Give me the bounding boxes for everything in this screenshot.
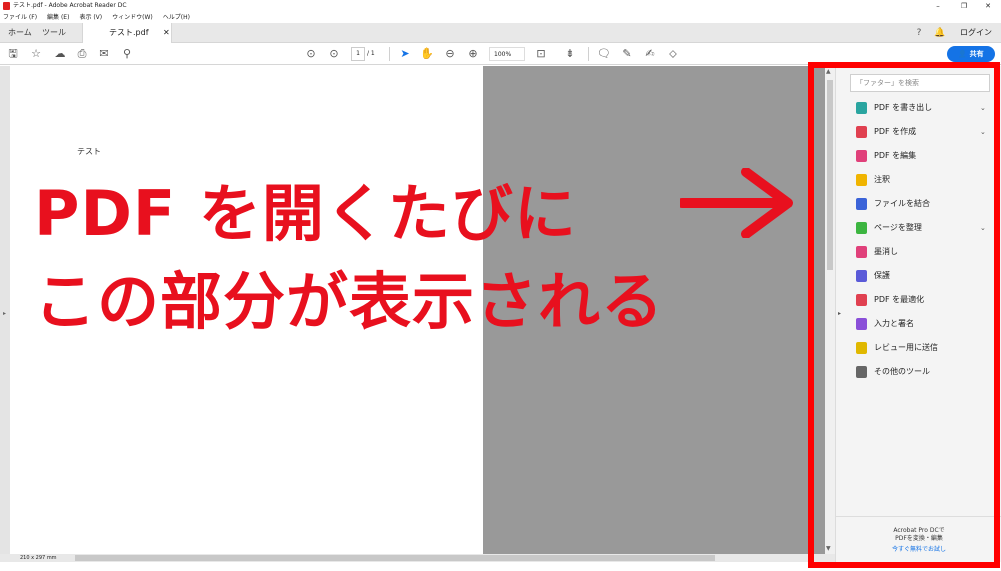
minimize-button[interactable]: –	[925, 0, 951, 12]
acrobat-app-icon	[3, 2, 10, 10]
menu-view[interactable]: 表示 (V)	[79, 12, 102, 23]
previous-page-icon[interactable]: ⊙	[303, 46, 319, 62]
page-content-text: テスト	[77, 147, 101, 156]
comment-icon[interactable]: 🗨	[596, 46, 612, 62]
tab-document[interactable]: テスト.pdf ✕	[82, 23, 172, 43]
toolbar-divider	[588, 47, 589, 61]
select-cursor-icon[interactable]: ➤	[397, 46, 413, 62]
print-icon[interactable]: ⎙	[74, 46, 90, 62]
menu-file[interactable]: ファイル (F)	[3, 12, 37, 23]
share-button[interactable]: 👤 共有	[947, 46, 995, 62]
annotation-line-1: PDF を開くたびに	[34, 177, 577, 250]
share-label: 共有	[969, 50, 984, 58]
page-number-input[interactable]: 1	[351, 47, 365, 61]
annotation-arrow-icon	[680, 168, 793, 238]
email-icon[interactable]: ✉	[96, 46, 112, 62]
menu-window[interactable]: ウィンドウ(W)	[112, 12, 153, 23]
horizontal-scrollbar-thumb[interactable]	[75, 555, 715, 561]
menu-edit[interactable]: 編集 (E)	[47, 12, 69, 23]
highlight-frame	[808, 62, 1000, 568]
bookmark-star-icon[interactable]: ☆	[28, 46, 44, 62]
tab-bar: ホーム ツール テスト.pdf ✕ ? 🔔 ログイン	[0, 23, 1001, 43]
hand-tool-icon[interactable]: ✋	[419, 46, 435, 62]
highlight-pen-icon[interactable]: ✎	[619, 46, 635, 62]
tab-home[interactable]: ホーム	[8, 23, 32, 43]
close-tab-icon[interactable]: ✕	[163, 23, 170, 43]
status-bar: 210 x 297 mm	[0, 554, 835, 562]
fill-form-icon[interactable]: ⬦	[665, 46, 681, 62]
maximize-button[interactable]: ❐	[951, 0, 977, 12]
window-title: テスト.pdf - Adobe Acrobat Reader DC	[13, 2, 127, 9]
title-bar: テスト.pdf - Adobe Acrobat Reader DC – ❐ ✕	[0, 0, 1001, 12]
page-size-label: 210 x 297 mm	[20, 555, 57, 561]
annotation-line-2: この部分が表示される	[34, 265, 665, 338]
zoom-in-icon[interactable]: ⊕	[465, 46, 481, 62]
login-button[interactable]: ログイン	[960, 23, 992, 43]
scroll-mode-icon[interactable]: ⇟	[562, 46, 578, 62]
page-total: / 1	[367, 50, 375, 57]
close-window-button[interactable]: ✕	[975, 0, 1001, 12]
upload-cloud-icon[interactable]: ☁	[52, 46, 68, 62]
expand-left-pane-icon[interactable]: ▸	[3, 310, 6, 317]
zoom-out-icon[interactable]: ⊖	[442, 46, 458, 62]
menu-bar: ファイル (F) 編集 (E) 表示 (V) ウィンドウ(W) ヘルプ(H)	[0, 12, 1001, 23]
tab-tools[interactable]: ツール	[42, 23, 66, 43]
left-nav-strip[interactable]: ▸	[0, 66, 10, 554]
next-page-icon[interactable]: ⊙	[326, 46, 342, 62]
notification-bell-icon[interactable]: 🔔	[934, 27, 946, 39]
help-icon[interactable]: ?	[913, 27, 925, 39]
sign-icon[interactable]: ✍	[642, 46, 658, 62]
tab-document-label: テスト.pdf	[109, 28, 149, 37]
save-icon[interactable]: 🖫	[5, 46, 21, 62]
search-icon[interactable]: ⚲	[119, 46, 135, 62]
page-fit-icon[interactable]: ⊡	[533, 46, 549, 62]
menu-help[interactable]: ヘルプ(H)	[163, 12, 190, 23]
toolbar-divider	[389, 47, 390, 61]
zoom-level-select[interactable]: 100%	[489, 47, 525, 61]
